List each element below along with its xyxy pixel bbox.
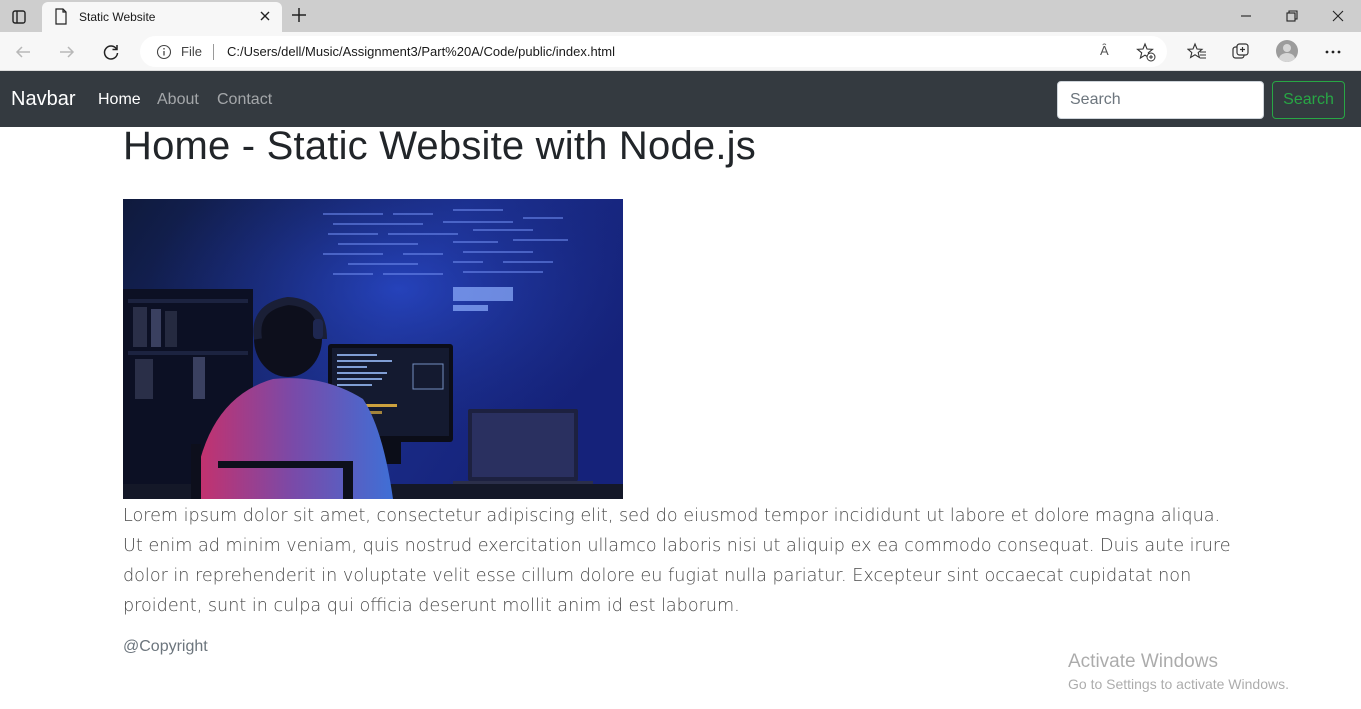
close-window-icon[interactable] bbox=[1326, 6, 1350, 26]
navbar-brand[interactable]: Navbar bbox=[11, 88, 75, 111]
hero-image bbox=[123, 199, 623, 499]
windows-activation-watermark: Activate Windows Go to Settings to activ… bbox=[1068, 651, 1289, 692]
info-icon[interactable] bbox=[156, 44, 172, 65]
browser-tabstrip: Static Website bbox=[0, 0, 1361, 32]
tab-actions-icon[interactable] bbox=[8, 6, 30, 28]
read-aloud-icon[interactable]: Ȃ bbox=[1100, 43, 1109, 58]
nav-link-home[interactable]: Home bbox=[98, 91, 141, 109]
search-input[interactable] bbox=[1057, 81, 1264, 119]
watermark-title: Activate Windows bbox=[1068, 651, 1218, 672]
watermark-subtitle: Go to Settings to activate Windows. bbox=[1068, 676, 1289, 692]
refresh-icon[interactable] bbox=[99, 40, 123, 64]
restore-icon[interactable] bbox=[1280, 6, 1304, 26]
add-favorite-icon[interactable] bbox=[1136, 42, 1156, 67]
more-options-icon[interactable] bbox=[1321, 40, 1345, 64]
site-navbar: Navbar Home About Contact Search bbox=[0, 71, 1361, 127]
address-divider bbox=[213, 44, 214, 60]
browser-tab[interactable]: Static Website bbox=[42, 2, 282, 32]
nav-link-about[interactable]: About bbox=[157, 91, 199, 109]
favorites-icon[interactable] bbox=[1185, 40, 1209, 64]
new-tab-icon[interactable] bbox=[289, 5, 309, 30]
page-icon bbox=[54, 8, 68, 30]
tab-title: Static Website bbox=[79, 10, 156, 24]
back-icon[interactable] bbox=[11, 40, 35, 64]
body-paragraph: Lorem ipsum dolor sit amet, consectetur … bbox=[123, 506, 1231, 616]
scheme-label: File bbox=[181, 44, 202, 59]
url-text[interactable]: C:/Users/dell/Music/Assignment3/Part%20A… bbox=[227, 44, 615, 59]
footer-copyright: @Copyright bbox=[123, 638, 208, 655]
page-title: Home - Static Website with Node.js bbox=[123, 124, 756, 168]
minimize-icon[interactable] bbox=[1234, 6, 1258, 26]
profile-avatar-icon[interactable] bbox=[1276, 40, 1298, 62]
nav-link-contact[interactable]: Contact bbox=[217, 91, 272, 109]
close-tab-icon[interactable] bbox=[257, 8, 273, 29]
collections-icon[interactable] bbox=[1229, 40, 1253, 64]
search-button[interactable]: Search bbox=[1272, 81, 1345, 119]
address-bar[interactable]: File C:/Users/dell/Music/Assignment3/Par… bbox=[140, 36, 1167, 67]
browser-toolbar: File C:/Users/dell/Music/Assignment3/Par… bbox=[0, 32, 1361, 71]
forward-icon[interactable] bbox=[55, 40, 79, 64]
